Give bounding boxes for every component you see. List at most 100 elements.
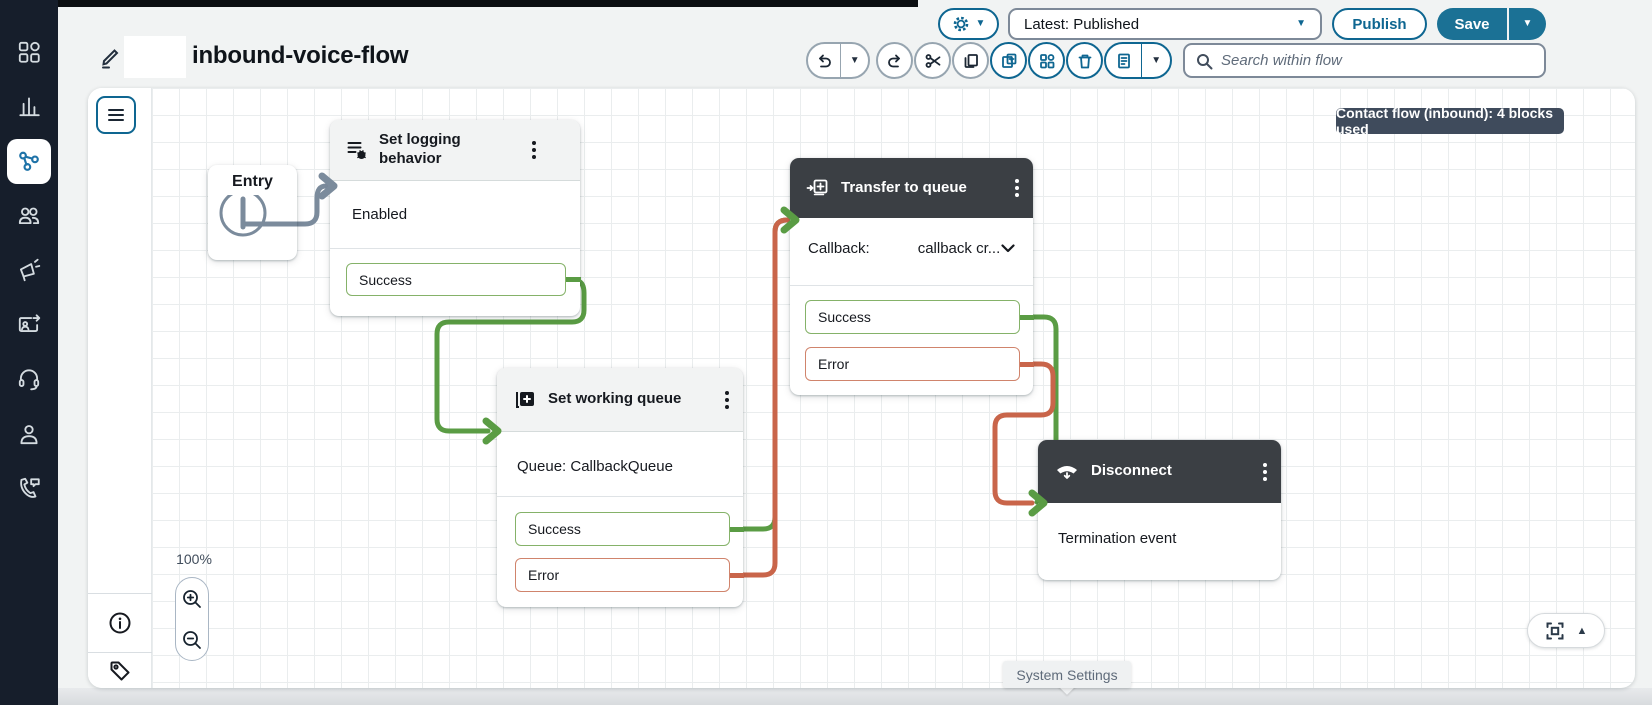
- block-menu-button[interactable]: [530, 137, 538, 163]
- caret-down-icon: ▼: [1296, 19, 1306, 29]
- block-header[interactable]: Transfer to queue: [790, 158, 1033, 218]
- duplicate-block-button[interactable]: [990, 42, 1027, 79]
- sidebar-item-calls[interactable]: [0, 466, 58, 510]
- output-label: Error: [818, 356, 849, 372]
- block-transfer-to-queue[interactable]: Transfer to queue Callback: callback cr.…: [790, 158, 1033, 395]
- search-input[interactable]: [1221, 52, 1534, 69]
- search-icon: [1195, 52, 1213, 70]
- connector-stub: [730, 573, 744, 578]
- block-header[interactable]: Set logging behavior: [330, 120, 580, 181]
- flow-notes-button[interactable]: [1106, 44, 1141, 77]
- output-success[interactable]: Success: [346, 263, 566, 296]
- arrange-blocks-button[interactable]: [1028, 42, 1065, 79]
- block-body-text: Queue: CallbackQueue: [517, 458, 673, 475]
- block-menu-button[interactable]: [723, 387, 731, 413]
- sidebar-item-support[interactable]: [0, 357, 58, 401]
- output-success[interactable]: Success: [805, 300, 1020, 334]
- sidebar-item-campaigns[interactable]: [0, 248, 58, 292]
- chevron-down-icon: [1001, 244, 1015, 253]
- system-settings-tooltip: System Settings: [1003, 661, 1131, 688]
- sidebar-item-dashboard[interactable]: [0, 30, 58, 74]
- caret-down-icon: ▼: [1523, 19, 1533, 29]
- output-label: Success: [528, 521, 581, 537]
- sidebar-item-metrics[interactable]: [0, 84, 58, 128]
- bottom-bar: [58, 688, 1652, 705]
- publish-button[interactable]: Publish: [1332, 8, 1427, 40]
- block-menu-button[interactable]: [1261, 459, 1269, 485]
- output-error[interactable]: Error: [805, 347, 1020, 381]
- undo-history-button[interactable]: ▼: [841, 44, 868, 77]
- output-label: Success: [359, 272, 412, 288]
- pencil-icon: [98, 46, 122, 70]
- connector-stub: [1020, 362, 1034, 367]
- sidebar-item-users[interactable]: [0, 193, 58, 237]
- trash-icon: [1076, 52, 1094, 70]
- entry-point-icon: [208, 195, 297, 260]
- megaphone-icon: [16, 257, 42, 283]
- output-error[interactable]: Error: [515, 558, 730, 592]
- undo-icon: [815, 52, 833, 70]
- save-options-button[interactable]: ▼: [1509, 8, 1546, 40]
- set-logging-behavior-icon: [346, 139, 368, 161]
- sidebar-item-flows[interactable]: [0, 139, 58, 183]
- page-title: inbound-voice-flow: [192, 42, 408, 70]
- sidebar-nav: [0, 0, 58, 705]
- caret-down-icon: ▼: [1151, 56, 1161, 66]
- copy-button[interactable]: [952, 42, 989, 79]
- block-body-text: Termination event: [1058, 530, 1176, 547]
- cut-button[interactable]: [914, 42, 951, 79]
- flows-icon: [16, 148, 42, 174]
- undo-button[interactable]: [808, 44, 840, 77]
- document-icon: [1115, 52, 1133, 70]
- block-title: Disconnect: [1091, 462, 1250, 481]
- connector-stub: [730, 527, 744, 532]
- block-field-row[interactable]: Callback: callback cr...: [808, 240, 1015, 257]
- flow-search: [1183, 43, 1546, 78]
- users-icon: [16, 202, 42, 228]
- output-success[interactable]: Success: [515, 512, 730, 546]
- sidebar-item-profile[interactable]: [0, 412, 58, 456]
- connector-stub: [566, 277, 581, 282]
- block-set-working-queue[interactable]: Set working queue Queue: CallbackQueue S…: [497, 368, 743, 607]
- block-set-logging-behavior[interactable]: Set logging behavior Enabled Success: [330, 120, 580, 316]
- block-header[interactable]: Disconnect: [1038, 440, 1281, 503]
- phone-chat-icon: [16, 475, 42, 501]
- save-label: Save: [1454, 16, 1489, 33]
- block-header[interactable]: Set working queue: [497, 368, 743, 432]
- undo-split-button[interactable]: ▼: [806, 42, 870, 79]
- connect-flow-editor: inbound-voice-flow ▼ Latest: Published ▼…: [0, 0, 1652, 705]
- block-disconnect[interactable]: Disconnect Termination event: [1038, 440, 1281, 580]
- bar-chart-icon: [16, 93, 42, 119]
- notes-split-button[interactable]: ▼: [1104, 42, 1172, 79]
- publish-label: Publish: [1352, 16, 1406, 33]
- output-label: Error: [528, 567, 559, 583]
- output-label: Success: [818, 309, 871, 325]
- redo-button[interactable]: [876, 42, 913, 79]
- sidebar-item-directory[interactable]: [0, 302, 58, 346]
- notes-options-button[interactable]: ▼: [1142, 44, 1170, 77]
- headset-icon: [16, 366, 42, 392]
- grid-icon: [1038, 52, 1056, 70]
- transfer-to-queue-icon: [806, 177, 830, 199]
- field-label: Callback:: [808, 240, 870, 257]
- delete-button[interactable]: [1066, 42, 1103, 79]
- block-body-text: Enabled: [352, 206, 407, 223]
- disconnect-icon: [1054, 461, 1080, 483]
- redo-icon: [886, 52, 904, 70]
- save-button[interactable]: Save: [1437, 8, 1507, 40]
- block-title: Set working queue: [548, 390, 712, 409]
- version-dropdown[interactable]: Latest: Published ▼: [1008, 8, 1322, 40]
- top-black-strip: [0, 0, 918, 7]
- block-title: Set logging behavior: [379, 131, 519, 169]
- block-entry[interactable]: Entry: [208, 165, 297, 260]
- flow-canvas[interactable]: Contact flow (inbound): 4 blocks used En…: [88, 88, 1635, 688]
- block-menu-button[interactable]: [1013, 175, 1021, 201]
- edit-title-button[interactable]: [98, 46, 122, 70]
- flow-settings-button[interactable]: ▼: [938, 8, 999, 40]
- connector-stub: [1020, 315, 1034, 320]
- dashboard-icon: [16, 39, 42, 65]
- person-icon: [16, 421, 42, 447]
- paste-plus-icon: [1000, 52, 1018, 70]
- field-value: callback cr...: [918, 240, 1001, 257]
- redacted-box: [124, 36, 186, 78]
